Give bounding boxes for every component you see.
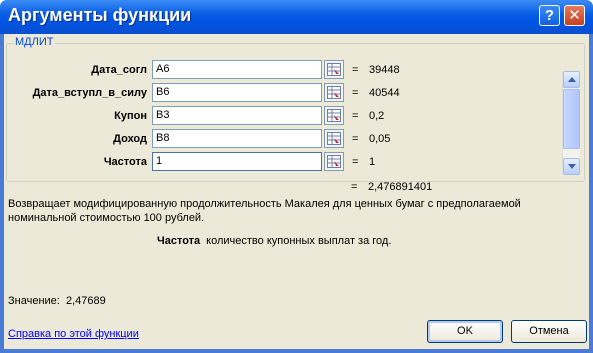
argument-input[interactable]: B3 xyxy=(152,106,322,125)
argument-help: Частота количество купонных выплат за год… xyxy=(157,235,391,247)
help-link[interactable]: Справка по этой функции xyxy=(8,328,139,340)
arguments-scrollbar[interactable] xyxy=(562,71,580,175)
range-select-icon xyxy=(327,63,341,76)
range-select-icon xyxy=(327,109,341,122)
dialog-window: Аргументы функции ? ✕ МДЛИТ Дата_согл A6… xyxy=(0,0,593,353)
range-select-icon xyxy=(327,132,341,145)
argument-value: 0,05 xyxy=(369,133,391,145)
dialog-title: Аргументы функции xyxy=(8,5,192,25)
result-equals: = xyxy=(351,181,358,193)
range-select-icon xyxy=(327,155,341,168)
argument-value: 1 xyxy=(369,156,376,168)
scroll-down-icon xyxy=(568,164,576,169)
scroll-up-button[interactable] xyxy=(563,71,580,88)
argument-label: Купон xyxy=(114,110,147,122)
argument-label: Дата_вступл_в_силу xyxy=(32,87,147,99)
argument-value: 40544 xyxy=(369,87,400,99)
equals-sign: = xyxy=(352,110,359,122)
range-select-button[interactable] xyxy=(324,152,344,171)
range-select-button[interactable] xyxy=(324,129,344,148)
equals-sign: = xyxy=(352,64,359,76)
help-title-button[interactable]: ? xyxy=(539,5,560,26)
argument-value: 39448 xyxy=(369,64,400,76)
range-select-button[interactable] xyxy=(324,83,344,102)
value-label: Значение: xyxy=(8,295,60,307)
scroll-down-button[interactable] xyxy=(563,158,580,175)
equals-sign: = xyxy=(352,156,359,168)
argument-label: Доход xyxy=(113,133,147,145)
argument-help-text: количество купонных выплат за год. xyxy=(206,235,392,247)
argument-input[interactable]: 1 xyxy=(152,152,322,171)
title-bar[interactable]: Аргументы функции ? ✕ xyxy=(0,0,593,34)
argument-help-name: Частота xyxy=(157,235,201,247)
ok-button[interactable]: OK xyxy=(427,320,503,343)
argument-input[interactable]: A6 xyxy=(152,60,322,79)
arguments-group: МДЛИТ Дата_согл A6 = 39448 Дата_вступл_в… xyxy=(6,36,585,182)
value-result: 2,47689 xyxy=(65,295,106,307)
argument-value: 0,2 xyxy=(369,110,385,122)
cancel-button[interactable]: Отмена xyxy=(511,320,587,343)
argument-label: Частота xyxy=(103,156,147,168)
equals-sign: = xyxy=(352,133,359,145)
value-line: Значение: 2,47689 xyxy=(8,295,106,307)
function-name-label: МДЛИТ xyxy=(13,36,56,48)
scroll-up-icon xyxy=(568,77,576,82)
argument-input[interactable]: B6 xyxy=(152,83,322,102)
close-title-button[interactable]: ✕ xyxy=(564,5,585,26)
scroll-thumb[interactable] xyxy=(563,89,580,149)
dialog-body: МДЛИТ Дата_согл A6 = 39448 Дата_вступл_в… xyxy=(4,34,589,349)
argument-input[interactable]: B8 xyxy=(152,129,322,148)
function-description: Возвращает модифицированную продолжитель… xyxy=(8,198,521,224)
formula-result: 2,476891401 xyxy=(368,181,433,193)
argument-label: Дата_согл xyxy=(91,64,147,76)
range-select-icon xyxy=(327,86,341,99)
range-select-button[interactable] xyxy=(324,106,344,125)
range-select-button[interactable] xyxy=(324,60,344,79)
equals-sign: = xyxy=(352,87,359,99)
